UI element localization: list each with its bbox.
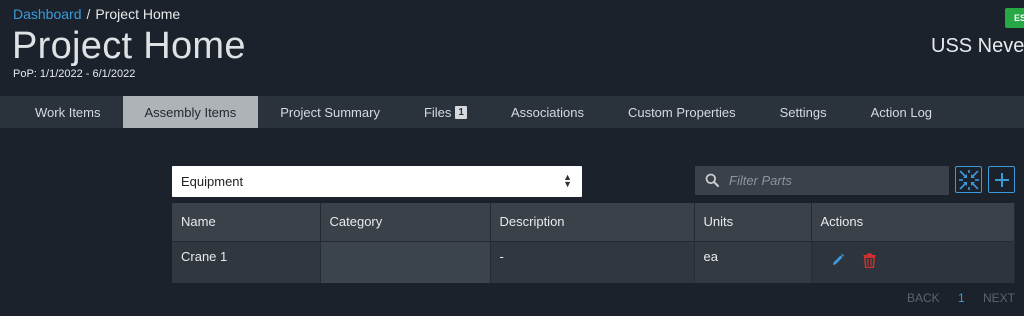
breadcrumb: Dashboard / Project Home [13, 6, 180, 22]
column-header-description[interactable]: Description [490, 203, 695, 242]
period-of-performance: PoP: 1/1/2022 - 6/1/2022 [13, 68, 136, 80]
cell-name: Crane 1 [172, 241, 321, 283]
search-icon [705, 173, 719, 187]
files-count-badge: 1 [455, 105, 467, 119]
ship-name: USS Neve [931, 35, 1024, 57]
tab-label: Associations [510, 104, 584, 120]
breadcrumb-dashboard-link[interactable]: Dashboard [13, 6, 82, 22]
column-header-name[interactable]: Name [172, 203, 321, 242]
column-header-units[interactable]: Units [694, 203, 812, 242]
tab-bar: Work Items Assembly Items Project Summar… [0, 96, 1024, 128]
category-select[interactable]: Equipment ▲ ▼ [172, 166, 582, 197]
assembly-items-table: Name Category Description Units Actions … [172, 203, 1015, 283]
filter-parts-input[interactable] [729, 166, 939, 195]
tab-work-items[interactable]: Work Items [13, 96, 123, 128]
tab-label: Project Summary [280, 104, 380, 120]
tab-associations[interactable]: Associations [489, 96, 606, 128]
add-part-button[interactable] [988, 166, 1015, 193]
plus-icon [994, 172, 1009, 187]
filter-parts-box [695, 166, 949, 195]
pager-back-button[interactable]: BACK [907, 291, 940, 305]
cell-description: - [490, 241, 695, 283]
cell-units: ea [694, 241, 812, 283]
breadcrumb-current: Project Home [95, 6, 181, 22]
project-home-page: Dashboard / Project Home Project Home PoP:… [0, 0, 1024, 316]
tab-label: Assembly Items [144, 104, 237, 120]
tab-label: Work Items [35, 104, 101, 120]
cell-actions [811, 241, 1015, 283]
table-header-row: Name Category Description Units Actions [172, 203, 1015, 242]
breadcrumb-separator: / [86, 6, 91, 22]
pager-next-button[interactable]: NEXT [983, 291, 1015, 305]
pager-page-number[interactable]: 1 [958, 291, 965, 305]
tab-label: Action Log [870, 104, 933, 120]
tab-assembly-items[interactable]: Assembly Items [122, 96, 259, 128]
collapse-all-button[interactable] [955, 166, 982, 193]
collapse-icon [958, 169, 979, 190]
tab-label: Files [423, 104, 452, 120]
tab-custom-properties[interactable]: Custom Properties [606, 96, 758, 128]
category-select-value: Equipment [181, 174, 244, 189]
tab-label: Settings [779, 104, 827, 120]
tab-files[interactable]: Files 1 [402, 96, 489, 128]
pencil-icon [832, 253, 844, 265]
tab-action-log[interactable]: Action Log [849, 96, 954, 128]
column-header-category[interactable]: Category [320, 203, 491, 242]
table-row: Crane 1 - ea [172, 241, 1015, 283]
select-arrows-icon: ▲ ▼ [563, 172, 572, 189]
tab-settings[interactable]: Settings [758, 96, 849, 128]
trash-icon [863, 252, 876, 268]
tab-project-summary[interactable]: Project Summary [258, 96, 402, 128]
edit-row-button[interactable] [831, 253, 845, 270]
status-badge[interactable]: ES [1005, 8, 1024, 28]
page-title: Project Home [12, 25, 246, 67]
cell-category [320, 241, 491, 283]
column-header-actions: Actions [811, 203, 1015, 242]
delete-row-button[interactable] [863, 252, 876, 271]
tab-label: Custom Properties [627, 104, 736, 120]
